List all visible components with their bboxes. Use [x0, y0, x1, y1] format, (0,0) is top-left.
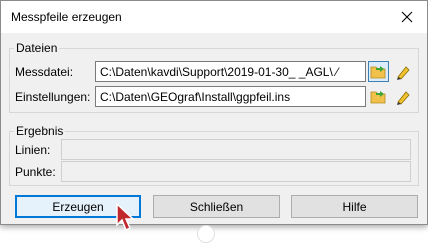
window-title: Messpfeile erzeugen	[11, 10, 122, 24]
open-folder-icon	[370, 66, 386, 79]
title-bar: Messpfeile erzeugen	[1, 1, 427, 33]
lines-label: Linien:	[15, 143, 51, 157]
browse-settings-file-button[interactable]	[368, 86, 389, 107]
open-folder-icon	[370, 91, 386, 104]
result-group-label: Ergebnis	[14, 124, 66, 138]
measure-file-label: Messdatei:	[15, 65, 74, 79]
close-icon	[401, 11, 413, 23]
close-button[interactable]	[387, 1, 427, 33]
edit-measure-file-button[interactable]	[392, 61, 413, 82]
mouse-cursor-icon	[116, 203, 135, 232]
background-element	[197, 225, 215, 243]
settings-file-label: Einstellungen:	[15, 90, 91, 104]
settings-file-input[interactable]: C:\Daten\GEOgraf\Install\ggpfeil.ins	[95, 86, 366, 107]
points-label: Punkte:	[15, 165, 56, 179]
help-button[interactable]: Hilfe	[291, 195, 418, 218]
close-dialog-button[interactable]: Schließen	[153, 195, 280, 218]
points-output	[61, 161, 411, 182]
measure-file-input[interactable]: C:\Daten\kavdi\Support\2019-01-30_ _AGL\…	[95, 61, 366, 82]
pencil-icon	[396, 65, 410, 80]
browse-measure-file-button[interactable]	[368, 61, 389, 82]
files-group-label: Dateien	[14, 41, 60, 55]
edit-settings-file-button[interactable]	[392, 86, 413, 107]
dialog-window: Messpfeile erzeugen Dateien Messdatei: C…	[0, 0, 428, 225]
lines-output	[61, 139, 411, 160]
pencil-icon	[396, 90, 410, 105]
